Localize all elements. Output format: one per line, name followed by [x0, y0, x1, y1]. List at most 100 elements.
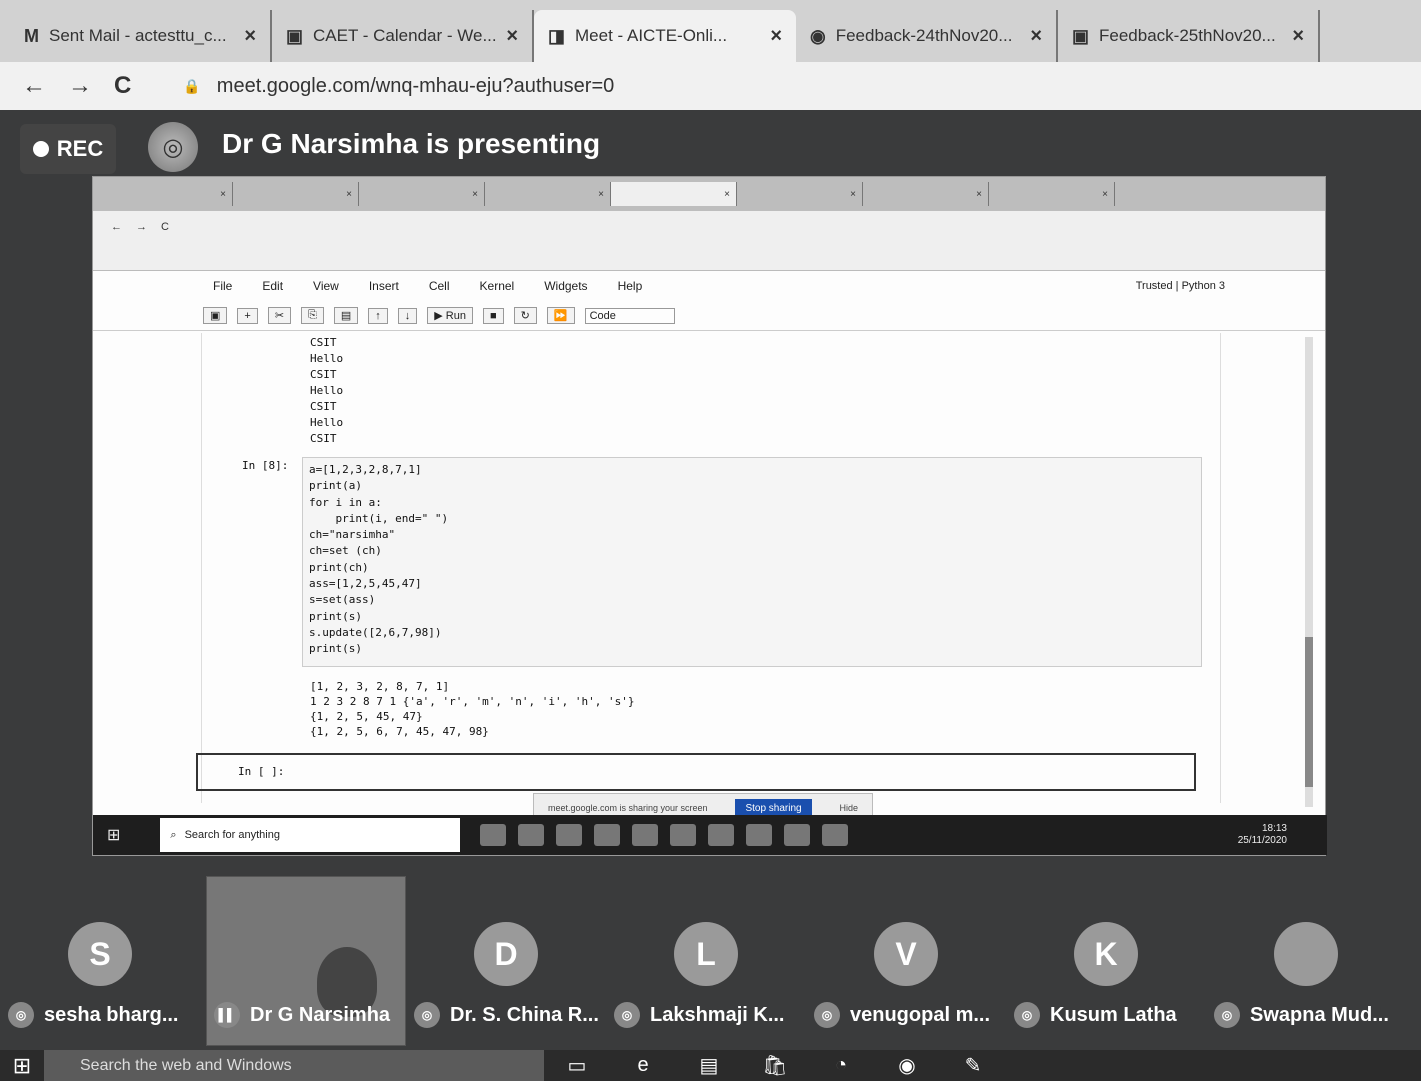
shared-taskbar: ⊞ ⌕ Search for anything 18:13 25/11/2020 — [93, 815, 1327, 855]
jupyter-menu-item: Edit — [262, 279, 284, 293]
participant-tile[interactable]: S ◎ sesha bharg... — [0, 904, 200, 1034]
participant-name-row: ◎ Lakshmaji K... — [614, 1002, 785, 1028]
back-icon[interactable]: ← — [22, 72, 46, 100]
participant-tile[interactable]: V ◎ venugopal m... — [806, 904, 1006, 1034]
participant-name-row: ◎ Dr. S. China R... — [414, 1002, 599, 1028]
shared-start-icon: ⊞ — [107, 827, 121, 844]
tab-favicon-icon: M — [24, 25, 39, 46]
reload-icon[interactable]: C — [114, 72, 131, 100]
participant-name-row: ◎ Kusum Latha — [1014, 1002, 1177, 1028]
participant-tile[interactable]: D ◎ Dr. S. China R... — [406, 904, 606, 1034]
hide-button: Hide — [839, 803, 859, 813]
empty-cell-prompt: In [ ]: — [238, 765, 285, 778]
run-label: Run — [445, 310, 466, 322]
jupyter-menu-item: Help — [617, 279, 643, 293]
mic-icon: ◎ — [614, 1002, 640, 1028]
browser-tab[interactable]: ▣ Feedback-25thNov20... × — [1058, 10, 1320, 62]
address-bar: ← → C 🔒 meet.google.com/wnq-mhau-eju?aut… — [0, 62, 1421, 110]
cell-type-select: Code — [584, 307, 675, 324]
participant-name: venugopal m... — [850, 1003, 991, 1026]
participant-name: Dr. S. China R... — [450, 1003, 599, 1026]
tab-label: Feedback-24thNov20... — [835, 26, 1013, 45]
shared-screen: × × × × × × × × ← → C File Edit View Insert… — [92, 176, 1327, 856]
lock-icon[interactable]: 🔒 — [183, 78, 200, 95]
shared-tab: × — [863, 182, 989, 206]
stop-icon: ■ — [482, 307, 504, 324]
participant-name-row: ◎ venugopal m... — [814, 1002, 990, 1028]
close-icon[interactable]: × — [770, 25, 782, 48]
close-icon[interactable]: × — [1030, 25, 1042, 48]
participant-name-row: ◎ sesha bharg... — [8, 1002, 179, 1028]
browser-tab[interactable]: ◨ Meet - AICTE-Onli... × — [534, 10, 796, 62]
mic-icon: ◎ — [1214, 1002, 1240, 1028]
tab-favicon-icon: ◨ — [548, 25, 566, 46]
close-icon[interactable]: × — [506, 25, 518, 48]
participant-tile[interactable]: K ◎ Kusum Latha — [1006, 904, 1206, 1034]
shared-clock: 18:13 25/11/2020 — [1237, 823, 1287, 846]
windows-search-box[interactable]: Search the web and Windows — [44, 1050, 544, 1081]
shared-tab: × — [737, 182, 863, 206]
forward-icon[interactable]: → — [68, 72, 92, 100]
shared-taskbar-app-icon — [708, 824, 735, 846]
shared-browser-tabs: × × × × × × × × — [93, 177, 1325, 211]
participant-name: sesha bharg... — [44, 1003, 179, 1026]
close-icon[interactable]: × — [1292, 25, 1304, 48]
cell-output: [1, 2, 3, 2, 8, 7, 1] 1 2 3 2 8 7 1 {'a'… — [310, 680, 635, 738]
kernel-indicator: Trusted | Python 3 — [1135, 280, 1225, 292]
save-icon: ▣ — [203, 307, 228, 324]
record-dot-icon — [32, 141, 49, 157]
mic-icon: ▌▌ — [214, 1002, 240, 1028]
tab-label: Feedback-25thNov20... — [1099, 26, 1276, 45]
shared-taskbar-app-icon — [518, 824, 545, 846]
jupyter-menu-item: File — [213, 279, 233, 293]
close-icon[interactable]: × — [244, 25, 256, 48]
tab-label: Sent Mail - actesttu_c... — [49, 26, 227, 45]
shared-tab: × — [233, 182, 359, 206]
url-text[interactable]: meet.google.com/wnq-mhau-eju?authuser=0 — [217, 75, 614, 98]
store-icon[interactable]: 🛍 — [760, 1054, 790, 1078]
tab-favicon-icon: ▣ — [1072, 25, 1090, 46]
participant-tile[interactable]: L ◎ Lakshmaji K... — [606, 904, 806, 1034]
pen-icon[interactable]: ✎ — [958, 1054, 988, 1078]
mic-icon: ◎ — [414, 1002, 440, 1028]
shared-tab-active: × — [611, 182, 737, 206]
jupyter-menu-item: View — [313, 279, 339, 293]
browser-tab[interactable]: ▣ CAET - Calendar - We... × — [272, 10, 534, 62]
shared-taskbar-app-icon — [784, 824, 811, 846]
participant-tile[interactable]: ◎ Swapna Mud... — [1206, 904, 1406, 1034]
task-view-icon[interactable]: ▭ — [562, 1054, 592, 1078]
chrome-icon[interactable]: ◉ — [892, 1054, 922, 1078]
shared-tab: × — [359, 182, 485, 206]
shared-forward-icon: → — [136, 221, 147, 233]
participant-name: Kusum Latha — [1050, 1003, 1177, 1026]
shared-search-text: Search for anything — [184, 829, 280, 841]
windows-start-icon[interactable]: ⊞ — [0, 1050, 44, 1081]
previous-output: CSIT Hello CSIT Hello CSIT Hello CSIT — [310, 336, 344, 445]
mic-icon: ◎ — [1014, 1002, 1040, 1028]
jupyter-menu-item: Widgets — [544, 279, 588, 293]
browser-tab[interactable]: M Sent Mail - actesttu_c... × — [10, 10, 272, 62]
fast-forward-icon: ⏩ — [546, 307, 575, 324]
rec-label: REC — [56, 136, 104, 161]
run-button: ▶ Run — [427, 307, 473, 324]
browser-tab[interactable]: ◉ Feedback-24thNov20... × — [796, 10, 1058, 62]
scrollbar — [1305, 337, 1313, 807]
firefox-icon[interactable]: ◔ — [826, 1054, 856, 1078]
participant-tile[interactable]: ▌▌ Dr G Narsimha — [206, 904, 406, 1034]
participant-name-row: ▌▌ Dr G Narsimha — [214, 1002, 390, 1028]
move-down-icon: ↓ — [397, 307, 418, 324]
mic-icon: ◎ — [814, 1002, 840, 1028]
shared-search-icon: ⌕ — [170, 828, 177, 841]
shared-taskbar-app-icon — [746, 824, 773, 846]
shared-taskbar-app-icon — [594, 824, 621, 846]
shared-tab: × — [485, 182, 611, 206]
paste-icon: ▤ — [333, 307, 359, 324]
shared-search-box: ⌕ Search for anything — [160, 818, 461, 852]
notebook-area: CSIT Hello CSIT Hello CSIT Hello CSIT In… — [196, 333, 1221, 803]
participant-avatar: L — [674, 922, 738, 986]
tab-favicon-icon: ▣ — [286, 25, 304, 46]
edge-icon[interactable]: e — [628, 1054, 658, 1078]
participant-avatar: D — [474, 922, 538, 986]
shared-tab: × — [989, 182, 1115, 206]
file-explorer-icon[interactable]: ▤ — [694, 1054, 724, 1078]
